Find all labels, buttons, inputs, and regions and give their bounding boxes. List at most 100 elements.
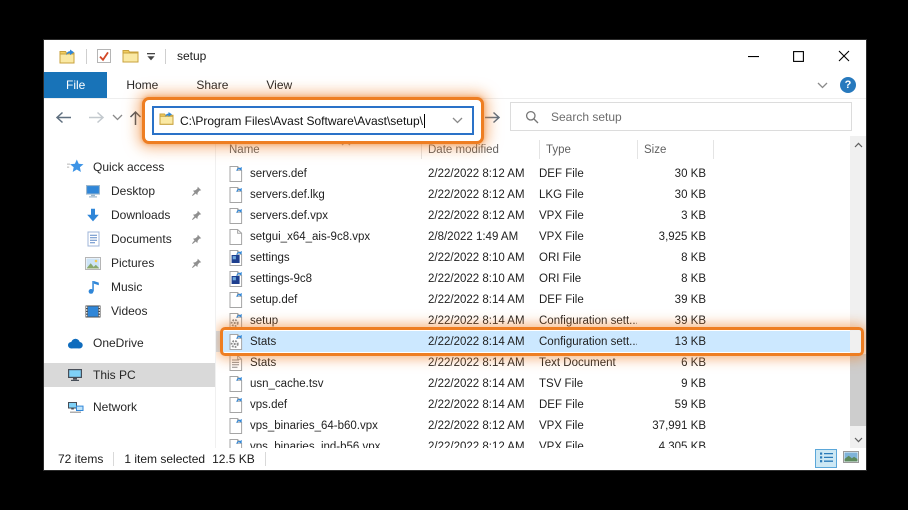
selection-count: 1 item selected <box>124 452 205 466</box>
file-row-servers-def-vpx[interactable]: servers.def.vpx2/22/2022 8:12 AMVPX File… <box>216 205 866 226</box>
file-row-servers-def[interactable]: servers.def2/22/2022 8:12 AMDEF File30 K… <box>216 163 866 184</box>
videos-icon <box>84 305 102 318</box>
file-size: 39 KB <box>637 315 722 327</box>
this-pc-icon <box>66 368 84 382</box>
sidebar-item-network[interactable]: Network <box>44 395 215 419</box>
file-row-settings[interactable]: settings2/22/2022 8:10 AMORI File8 KB <box>216 247 866 268</box>
tab-file[interactable]: File <box>44 72 107 98</box>
file-list-pane: Name Date modified Type Size servers.def… <box>215 136 866 448</box>
new-folder-icon[interactable] <box>120 44 141 68</box>
address-bar-highlight-ring: C:\Program Files\Avast Software\Avast\se… <box>142 97 484 144</box>
file-date: 2/22/2022 8:14 AM <box>428 378 539 390</box>
column-header-name[interactable]: Name <box>229 144 260 156</box>
file-name: servers.def.lkg <box>250 189 325 201</box>
sidebar-item-desktop[interactable]: Desktop <box>44 179 215 203</box>
thumbnails-view-button[interactable] <box>840 449 862 468</box>
address-bar[interactable]: C:\Program Files\Avast Software\Avast\se… <box>152 106 474 135</box>
scroll-down-arrow-icon[interactable] <box>850 431 866 448</box>
search-box[interactable] <box>510 102 852 131</box>
address-dropdown-chevron-icon[interactable] <box>448 117 467 124</box>
search-input[interactable] <box>549 109 803 125</box>
file-row-setup-def[interactable]: setup.def2/22/2022 8:14 AMDEF File39 KB <box>216 289 866 310</box>
back-arrow-icon[interactable] <box>52 99 74 136</box>
sidebar-item-videos[interactable]: Videos <box>44 299 215 323</box>
file-date: 2/22/2022 8:12 AM <box>428 189 539 201</box>
sidebar-item-quick-access[interactable]: Quick access <box>44 155 215 179</box>
column-separator[interactable] <box>713 140 714 159</box>
file-row-stats[interactable]: Stats2/22/2022 8:14 AMText Document6 KB <box>216 352 866 373</box>
minimize-button[interactable] <box>731 40 776 72</box>
sidebar-item-label: Desktop <box>111 184 155 198</box>
file-row-vps-def[interactable]: vps.def2/22/2022 8:14 AMDEF File59 KB <box>216 394 866 415</box>
file-row-usn-cache-tsv[interactable]: usn_cache.tsv2/22/2022 8:14 AMTSV File9 … <box>216 373 866 394</box>
column-header-date-modified[interactable]: Date modified <box>428 144 499 156</box>
status-separator <box>113 452 114 466</box>
sidebar-item-documents[interactable]: Documents <box>44 227 215 251</box>
sidebar-item-music[interactable]: Music <box>44 275 215 299</box>
sidebar-item-pictures[interactable]: Pictures <box>44 251 215 275</box>
magnifier-icon <box>525 110 539 124</box>
file-type: Text Document <box>539 357 637 369</box>
column-separator[interactable] <box>637 140 638 159</box>
customize-quick-access-dropdown-icon[interactable] <box>144 44 158 68</box>
file-type: TSV File <box>539 378 637 390</box>
column-header-type[interactable]: Type <box>546 144 571 156</box>
tab-home[interactable]: Home <box>107 72 177 98</box>
file-date: 2/8/2022 1:49 AM <box>428 231 539 243</box>
file-name: setgui_x64_ais-9c8.vpx <box>250 231 370 243</box>
properties-check-icon[interactable] <box>94 44 114 68</box>
sidebar-item-label: Videos <box>111 304 147 318</box>
go-arrow-icon[interactable] <box>481 99 503 136</box>
text-cursor <box>424 114 425 128</box>
ribbon-collapse-chevron-icon[interactable] <box>817 76 828 94</box>
file-row-setup[interactable]: setup2/22/2022 8:14 AMConfiguration sett… <box>216 310 866 331</box>
file-row-setgui-x64-ais-9c8-vpx[interactable]: setgui_x64_ais-9c8.vpx2/8/2022 1:49 AMVP… <box>216 226 866 247</box>
tab-share[interactable]: Share <box>177 72 247 98</box>
sidebar-item-label: Network <box>93 400 137 414</box>
file-date: 2/22/2022 8:14 AM <box>428 399 539 411</box>
file-icon-blue-arrow <box>229 418 243 434</box>
file-icon-blue-arrow <box>229 187 243 203</box>
sidebar-item-this-pc[interactable]: This PC <box>44 363 215 387</box>
file-icon-blue-arrow <box>229 439 243 449</box>
folder-icon <box>159 112 174 130</box>
ribbon-tab-bar: File Home Share View ? <box>44 72 866 99</box>
scroll-up-arrow-icon[interactable] <box>850 136 866 153</box>
column-separator[interactable] <box>539 140 540 159</box>
file-name: servers.def <box>250 168 307 180</box>
file-row-stats[interactable]: Stats2/22/2022 8:14 AMConfiguration sett… <box>216 331 866 352</box>
tab-view[interactable]: View <box>247 72 311 98</box>
file-size: 3 KB <box>637 210 722 222</box>
file-size: 6 KB <box>637 357 722 369</box>
file-name: setup <box>250 315 278 327</box>
quick-access-star-icon <box>66 159 84 175</box>
music-icon <box>84 279 102 295</box>
recent-locations-chevron-icon[interactable] <box>110 99 124 136</box>
file-type: ORI File <box>539 252 637 264</box>
status-separator <box>265 452 266 466</box>
help-icon[interactable]: ? <box>840 77 856 93</box>
status-bar: 72 items 1 item selected 12.5 KB <box>44 448 866 470</box>
file-date: 2/22/2022 8:14 AM <box>428 294 539 306</box>
sidebar-item-onedrive[interactable]: OneDrive <box>44 331 215 355</box>
file-name: vps_binaries_ind-b56.vpx <box>250 441 380 449</box>
file-row-servers-def-lkg[interactable]: servers.def.lkg2/22/2022 8:12 AMLKG File… <box>216 184 866 205</box>
file-name: settings <box>250 252 290 264</box>
file-row-vps-binaries-64-b60-vpx[interactable]: vps_binaries_64-b60.vpx2/22/2022 8:12 AM… <box>216 415 866 436</box>
column-header-size[interactable]: Size <box>644 144 666 156</box>
file-type: VPX File <box>539 210 637 222</box>
file-size: 8 KB <box>637 252 722 264</box>
forward-arrow-icon[interactable] <box>85 99 107 136</box>
vertical-scrollbar[interactable] <box>850 136 866 448</box>
close-button[interactable] <box>821 40 866 72</box>
toolbar-separator <box>165 49 166 64</box>
navigation-sidebar: Quick access Desktop DownloadsDocumentsPic… <box>44 136 215 448</box>
details-view-button[interactable] <box>815 449 837 468</box>
maximize-button[interactable] <box>776 40 821 72</box>
network-icon <box>66 401 84 414</box>
scrollbar-thumb[interactable] <box>850 354 866 426</box>
file-row-vps-binaries-ind-b56-vpx[interactable]: vps_binaries_ind-b56.vpx2/22/2022 8:12 A… <box>216 436 866 448</box>
onedrive-icon <box>66 338 84 349</box>
sidebar-item-downloads[interactable]: Downloads <box>44 203 215 227</box>
file-row-settings-9c8[interactable]: settings-9c82/22/2022 8:10 AMORI File8 K… <box>216 268 866 289</box>
